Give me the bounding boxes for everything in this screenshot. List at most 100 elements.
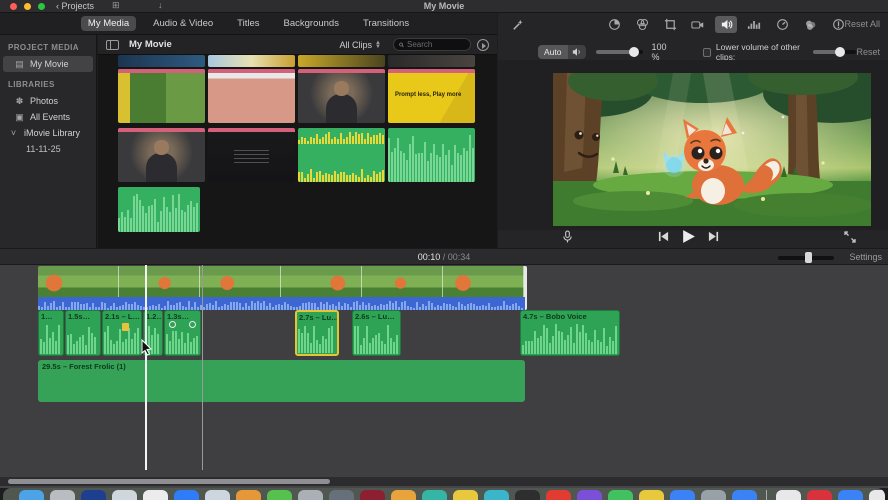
color-correction-icon[interactable] [631, 16, 653, 33]
noise-reduction-icon[interactable] [743, 16, 765, 33]
macos-dock[interactable] [3, 488, 885, 500]
playhead[interactable] [145, 265, 147, 470]
clip-label: 1.2… [146, 312, 163, 321]
audio-clip-selected[interactable]: 2.7s – Lu… [295, 310, 339, 356]
media-thumbnail-audio[interactable] [388, 128, 475, 182]
color-balance-icon[interactable] [603, 16, 625, 33]
dock-app-icon[interactable] [639, 490, 664, 500]
music-clip-label: 29.5s – Forest Frolic (1) [42, 362, 126, 371]
dock-app-icon[interactable] [515, 490, 540, 500]
sidebar-item-my-movie[interactable]: ▤ My Movie [3, 56, 93, 72]
audio-clip[interactable]: 1… [38, 310, 64, 356]
dock-app-icon[interactable] [205, 490, 230, 500]
audio-clip[interactable]: 2.6s – Lu… [352, 310, 401, 356]
search-input[interactable] [407, 40, 465, 49]
dock-app-icon[interactable] [267, 490, 292, 500]
tab-audio-video[interactable]: Audio & Video [146, 16, 220, 31]
previous-frame-icon[interactable] [658, 231, 669, 242]
media-thumbnail-document[interactable] [208, 69, 295, 123]
sidebar-item-event-11-11-25[interactable]: 11-11-25 [0, 141, 96, 157]
crop-icon[interactable] [659, 16, 681, 33]
media-thumbnail-audio-yellow[interactable] [298, 128, 385, 182]
sidebar-item-imovie-library[interactable]: ˅ iMovie Library [0, 125, 96, 141]
timeline[interactable]: 1… 1.5s… 2.1s – L… 1.2… 1.3s… 2.7s – Lu… 2.6s … [0, 265, 888, 477]
search-field[interactable] [393, 38, 471, 51]
stabilization-icon[interactable] [687, 16, 709, 33]
dock-app-icon[interactable] [670, 490, 695, 500]
dock-app-icon[interactable] [236, 490, 261, 500]
play-icon[interactable] [681, 229, 696, 244]
background-music-clip[interactable]: 29.5s – Forest Frolic (1) [38, 360, 525, 402]
volume-slider[interactable] [595, 47, 643, 57]
timeline-zoom-slider[interactable] [778, 252, 834, 263]
audio-clip[interactable]: 4.7s – Bobo Voice [520, 310, 620, 356]
sidebar-toggle-icon[interactable] [106, 39, 119, 50]
dock-app-icon[interactable] [391, 490, 416, 500]
dock-app-icon[interactable] [546, 490, 571, 500]
tab-transitions[interactable]: Transitions [356, 16, 416, 31]
dock-app-icon[interactable] [608, 490, 633, 500]
all-clips-dropdown[interactable]: All Clips ▲ ▼ [340, 40, 381, 50]
dock-app-icon[interactable] [484, 490, 509, 500]
sidebar-item-photos[interactable]: ✽ Photos [0, 93, 96, 109]
media-thumbnail-partial-gradient[interactable] [208, 55, 295, 67]
next-frame-icon[interactable] [708, 231, 719, 242]
video-preview[interactable] [553, 73, 871, 226]
volume-icon[interactable] [715, 16, 737, 33]
fullscreen-icon[interactable] [844, 230, 856, 243]
dock-app-icon[interactable] [577, 490, 602, 500]
dock-app-icon[interactable] [112, 490, 137, 500]
fade-handle[interactable] [189, 321, 196, 328]
timeline-settings-button[interactable]: Settings [849, 252, 882, 262]
media-browser: My Movie All Clips ▲▼ Prompt less, Play … [98, 35, 497, 248]
tab-backgrounds[interactable]: Backgrounds [277, 16, 346, 31]
media-thumbnail-partial-blue[interactable] [118, 55, 205, 67]
horizontal-scrollbar-track[interactable] [0, 477, 888, 486]
dock-app-icon[interactable] [776, 490, 801, 500]
media-thumbnail-terminal[interactable] [208, 128, 295, 182]
dock-app-icon[interactable] [807, 490, 832, 500]
horizontal-scrollbar-thumb[interactable] [8, 479, 330, 484]
media-thumbnail-webcam[interactable] [298, 69, 385, 123]
dock-app-icon[interactable] [19, 490, 44, 500]
reset-all-button[interactable]: Reset All [844, 19, 880, 29]
dock-app-icon[interactable] [701, 490, 726, 500]
play-filter-icon[interactable] [477, 38, 489, 51]
media-thumbnail-fox-grid[interactable] [118, 69, 205, 123]
audio-clip[interactable]: 2.1s – L… [102, 310, 142, 356]
video-clip-filmstrip[interactable] [38, 266, 525, 297]
auto-enhance-wand-icon[interactable] [506, 17, 528, 34]
reset-button[interactable]: Reset [856, 47, 880, 57]
auto-volume-button[interactable]: Auto [538, 45, 568, 59]
dock-app-icon[interactable] [360, 490, 385, 500]
audio-clip[interactable]: 1.3s… [164, 310, 201, 356]
video-audio-waveform[interactable] [38, 297, 525, 310]
dock-app-icon[interactable] [143, 490, 168, 500]
media-thumbnail-webcam[interactable] [118, 128, 205, 182]
audio-clip[interactable]: 1.5s… [65, 310, 101, 356]
dock-app-icon[interactable] [81, 490, 106, 500]
dock-app-icon[interactable] [174, 490, 199, 500]
dock-app-icon[interactable] [422, 490, 447, 500]
media-thumbnail-partial-yellow[interactable] [298, 55, 385, 67]
dock-app-icon[interactable] [329, 490, 354, 500]
dock-app-icon[interactable] [732, 490, 757, 500]
dock-app-icon[interactable] [298, 490, 323, 500]
media-thumbnail-audio[interactable] [118, 187, 200, 232]
lower-volume-checkbox[interactable] [703, 47, 711, 57]
media-thumbnail-slide[interactable]: Prompt less, Play more [388, 69, 475, 123]
dock-app-icon[interactable] [453, 490, 478, 500]
dock-app-icon[interactable] [838, 490, 863, 500]
clip-filter-icon[interactable] [799, 16, 821, 33]
media-thumbnail-partial-dark[interactable] [388, 55, 475, 67]
fade-handle[interactable] [169, 321, 176, 328]
microphone-icon[interactable] [562, 229, 573, 244]
ducking-slider[interactable] [812, 47, 857, 57]
tab-my-media[interactable]: My Media [80, 16, 137, 31]
speed-icon[interactable] [771, 16, 793, 33]
dock-app-icon[interactable] [869, 490, 885, 500]
sidebar-item-all-events[interactable]: ▣ All Events [0, 109, 96, 125]
tab-titles[interactable]: Titles [230, 16, 266, 31]
dock-app-icon[interactable] [50, 490, 75, 500]
mute-button[interactable] [567, 45, 586, 59]
